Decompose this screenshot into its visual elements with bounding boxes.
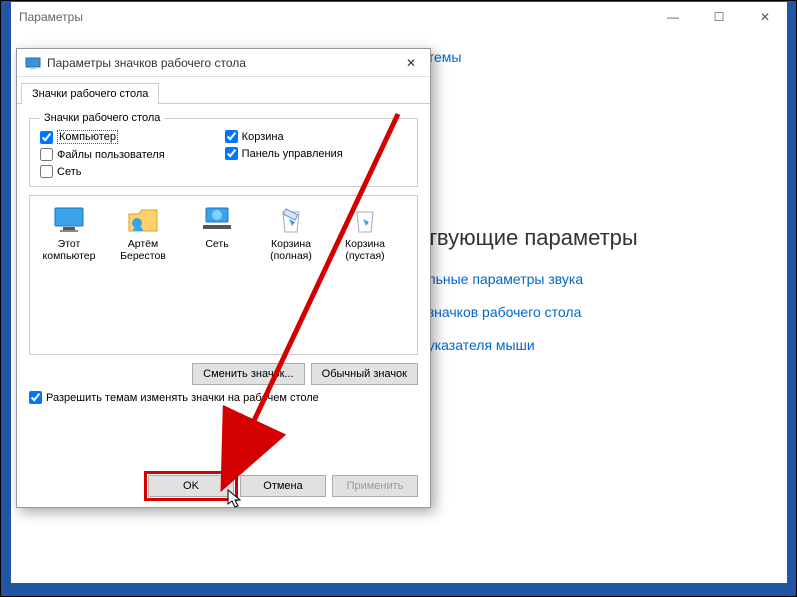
checkbox-userfiles-input[interactable] [40, 148, 53, 161]
icon-network[interactable]: Сеть [184, 204, 250, 262]
desktop-icons-legend: Значки рабочего стола [40, 112, 164, 124]
dialog-titlebar: Параметры значков рабочего стола ✕ [17, 49, 430, 77]
checkbox-cpanel-input[interactable] [225, 147, 238, 160]
minimize-button[interactable]: — [659, 10, 687, 24]
tab-strip: Значки рабочего стола [17, 77, 430, 103]
tab-body: Значки рабочего стола Компьютер Файлы по… [17, 103, 430, 412]
icon-preview-pane[interactable]: Этот компьютер Артём Берестов Сеть [29, 195, 418, 355]
recycle-full-icon [273, 204, 309, 236]
mouse-pointer-link[interactable]: ры указателя мыши [406, 337, 787, 353]
change-icon-button[interactable]: Сменить значок... [192, 363, 305, 385]
checkbox-network-input[interactable] [40, 165, 53, 178]
network-icon [199, 204, 235, 236]
dialog-title: Параметры значков рабочего стола [47, 56, 246, 70]
checkbox-recycle[interactable]: Корзина [225, 130, 343, 143]
checkbox-userfiles[interactable]: Файлы пользователя [40, 148, 165, 161]
checkbox-cpanel[interactable]: Панель управления [225, 147, 343, 160]
settings-title: Параметры [19, 10, 83, 24]
dialog-close-button[interactable]: ✕ [398, 56, 424, 70]
desktop-icon-settings-dialog: Параметры значков рабочего стола ✕ Значк… [16, 48, 431, 508]
apply-button: Применить [332, 475, 418, 497]
user-folder-icon [125, 204, 161, 236]
recycle-empty-icon [347, 204, 383, 236]
checkbox-network[interactable]: Сеть [40, 165, 165, 178]
checkbox-computer[interactable]: Компьютер [40, 130, 165, 144]
related-settings-heading: тствующие параметры [406, 225, 787, 251]
allow-themes-checkbox[interactable]: Разрешить темам изменять значки на рабоч… [29, 391, 418, 404]
tab-desktop-icons[interactable]: Значки рабочего стола [21, 83, 159, 104]
settings-titlebar: Параметры — ☐ ✕ [11, 2, 787, 32]
maximize-button[interactable]: ☐ [705, 10, 733, 24]
checkbox-recycle-input[interactable] [225, 130, 238, 143]
close-button[interactable]: ✕ [751, 10, 779, 24]
sound-params-link[interactable]: ительные параметры звука [406, 271, 787, 287]
icon-recycle-empty[interactable]: Корзина (пустая) [332, 204, 398, 262]
window-controls: — ☐ ✕ [659, 10, 779, 24]
desktop-icons-group: Значки рабочего стола Компьютер Файлы по… [29, 112, 418, 187]
icon-user-files[interactable]: Артём Берестов [110, 204, 176, 262]
desktop-icons-link[interactable]: ры значков рабочего стола [406, 304, 787, 320]
icon-this-pc[interactable]: Этот компьютер [36, 204, 102, 262]
default-icon-button[interactable]: Обычный значок [311, 363, 418, 385]
computer-icon [51, 204, 87, 236]
theme-params-link[interactable]: ры темы [406, 49, 787, 65]
ok-button[interactable]: OK [148, 475, 234, 497]
allow-themes-input[interactable] [29, 391, 42, 404]
checkbox-computer-input[interactable] [40, 131, 53, 144]
dialog-app-icon [25, 56, 41, 70]
cancel-button[interactable]: Отмена [240, 475, 326, 497]
icon-recycle-full[interactable]: Корзина (полная) [258, 204, 324, 262]
